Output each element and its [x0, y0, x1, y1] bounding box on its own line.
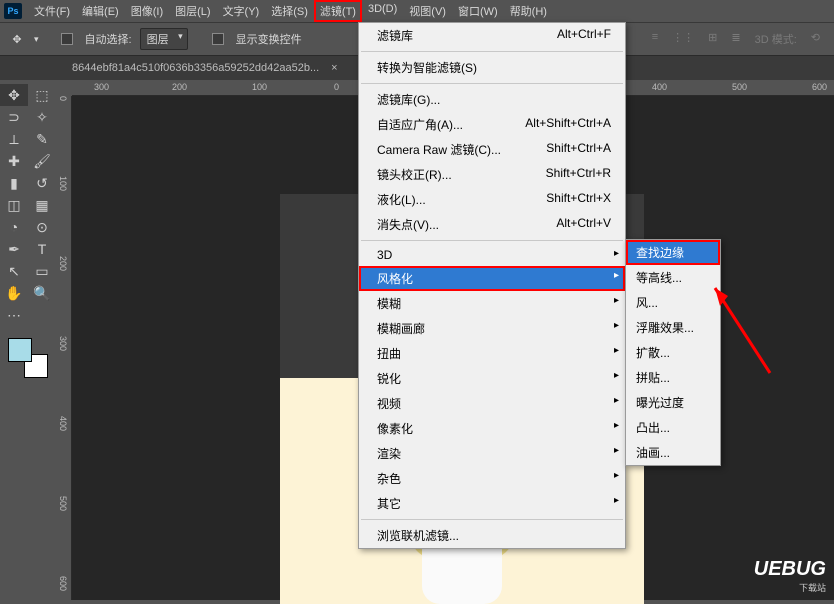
menubar-item[interactable]: 3D(D)	[362, 0, 403, 22]
stamp-tool-icon[interactable]: ▮	[0, 172, 28, 194]
menu-item[interactable]: 模糊画廊	[359, 316, 625, 341]
type-tool-icon[interactable]: T	[28, 238, 56, 260]
move-tool-icon[interactable]: ✥	[0, 84, 28, 106]
move-tool-icon: ✥	[8, 30, 26, 48]
menu-item[interactable]: 滤镜库(G)...	[359, 87, 625, 112]
close-icon[interactable]: ×	[331, 62, 337, 74]
menu-item[interactable]: 滤镜库Alt+Ctrl+F	[359, 23, 625, 48]
menubar-item[interactable]: 选择(S)	[265, 0, 314, 22]
submenu-item[interactable]: 油画...	[626, 440, 720, 465]
align-icon[interactable]: ⊞	[708, 31, 717, 47]
menubar-item[interactable]: 文件(F)	[28, 0, 76, 22]
zoom-tool-icon[interactable]: 🔍	[28, 282, 56, 304]
blur-tool-icon[interactable]: ◔	[0, 216, 28, 238]
edit-toolbar-icon[interactable]: ⋯	[0, 304, 28, 326]
menu-item[interactable]: 镜头校正(R)...Shift+Ctrl+R	[359, 162, 625, 187]
align-icon[interactable]: ≡	[652, 31, 658, 47]
submenu-item[interactable]: 凸出...	[626, 415, 720, 440]
submenu-item[interactable]: 曝光过度	[626, 390, 720, 415]
menu-item[interactable]: Camera Raw 滤镜(C)...Shift+Ctrl+A	[359, 137, 625, 162]
shape-tool-icon[interactable]: ▭	[28, 260, 56, 282]
orbit-icon[interactable]: ⟲	[811, 31, 820, 47]
submenu-item[interactable]: 扩散...	[626, 340, 720, 365]
auto-select-checkbox[interactable]	[61, 33, 73, 45]
ruler-vertical: 0100200300400500600	[56, 96, 72, 600]
toolbox: ✥⬚ ⊃✧ ⟂✎ ✚🖌 ▮↺ ◫▦ ◔⊙ ✒T ↖▭ ✋🔍 ⋯	[0, 80, 56, 600]
menubar-item[interactable]: 窗口(W)	[452, 0, 504, 22]
heal-tool-icon[interactable]: ✚	[0, 150, 28, 172]
align-icon[interactable]: ⋮⋮	[672, 31, 694, 47]
wand-tool-icon[interactable]: ✧	[28, 106, 56, 128]
color-swatch[interactable]	[8, 338, 48, 378]
menu-item[interactable]: 自适应广角(A)...Alt+Shift+Ctrl+A	[359, 112, 625, 137]
show-transform-checkbox[interactable]	[212, 33, 224, 45]
auto-select-label: 自动选择:	[85, 31, 132, 47]
menu-item[interactable]: 3D	[359, 244, 625, 266]
filter-menu: 滤镜库Alt+Ctrl+F 转换为智能滤镜(S) 滤镜库(G)...自适应广角(A)…	[358, 22, 626, 549]
eyedropper-tool-icon[interactable]: ✎	[28, 128, 56, 150]
menu-item[interactable]: 液化(L)...Shift+Ctrl+X	[359, 187, 625, 212]
marquee-tool-icon[interactable]: ⬚	[28, 84, 56, 106]
menubar-item[interactable]: 图像(I)	[125, 0, 169, 22]
submenu-item[interactable]: 查找边缘	[626, 240, 720, 265]
menu-item[interactable]: 锐化	[359, 366, 625, 391]
watermark: UEBUG下载站	[754, 558, 826, 594]
submenu-item[interactable]: 等高线...	[626, 265, 720, 290]
menubar-item[interactable]: 滤镜(T)	[314, 0, 362, 22]
gradient-tool-icon[interactable]: ▦	[28, 194, 56, 216]
mode3d-label: 3D 模式:	[755, 31, 797, 47]
align-icon[interactable]: ≣	[731, 31, 740, 47]
submenu-item[interactable]: 浮雕效果...	[626, 315, 720, 340]
menu-item[interactable]: 模糊	[359, 291, 625, 316]
dodge-tool-icon[interactable]: ⊙	[28, 216, 56, 238]
menu-item[interactable]: 其它	[359, 491, 625, 516]
history-brush-icon[interactable]: ↺	[28, 172, 56, 194]
menubar-item[interactable]: 编辑(E)	[76, 0, 125, 22]
menu-item[interactable]: 浏览联机滤镜...	[359, 523, 625, 548]
hand-tool-icon[interactable]: ✋	[0, 282, 28, 304]
menu-item[interactable]: 风格化	[359, 266, 625, 291]
menu-item[interactable]: 渲染	[359, 441, 625, 466]
submenu-item[interactable]: 拼贴...	[626, 365, 720, 390]
path-tool-icon[interactable]: ↖	[0, 260, 28, 282]
menu-item[interactable]: 视频	[359, 391, 625, 416]
document-tab[interactable]: 8644ebf81a4c510f0636b3356a59252dd42aa52b…	[72, 62, 319, 74]
menubar-item[interactable]: 文字(Y)	[217, 0, 266, 22]
menubar-item[interactable]: 图层(L)	[169, 0, 216, 22]
app-logo: Ps	[4, 3, 22, 19]
stylize-submenu: 查找边缘等高线...风...浮雕效果...扩散...拼贴...曝光过度凸出...…	[625, 239, 721, 466]
menubar-item[interactable]: 帮助(H)	[504, 0, 553, 22]
chevron-down-icon[interactable]: ▾	[34, 34, 39, 45]
eraser-tool-icon[interactable]: ◫	[0, 194, 28, 216]
menu-item[interactable]: 像素化	[359, 416, 625, 441]
menubar: Ps 文件(F)编辑(E)图像(I)图层(L)文字(Y)选择(S)滤镜(T)3D…	[0, 0, 834, 22]
pen-tool-icon[interactable]: ✒	[0, 238, 28, 260]
menu-item[interactable]: 消失点(V)...Alt+Ctrl+V	[359, 212, 625, 237]
lasso-tool-icon[interactable]: ⊃	[0, 106, 28, 128]
menubar-item[interactable]: 视图(V)	[403, 0, 452, 22]
show-transform-label: 显示变换控件	[236, 31, 302, 47]
submenu-item[interactable]: 风...	[626, 290, 720, 315]
menu-item[interactable]: 杂色	[359, 466, 625, 491]
menu-item[interactable]: 扭曲	[359, 341, 625, 366]
brush-tool-icon[interactable]: 🖌	[28, 150, 56, 172]
layer-select[interactable]: 图层	[140, 28, 188, 50]
menu-item[interactable]: 转换为智能滤镜(S)	[359, 55, 625, 80]
crop-tool-icon[interactable]: ⟂	[0, 128, 28, 150]
